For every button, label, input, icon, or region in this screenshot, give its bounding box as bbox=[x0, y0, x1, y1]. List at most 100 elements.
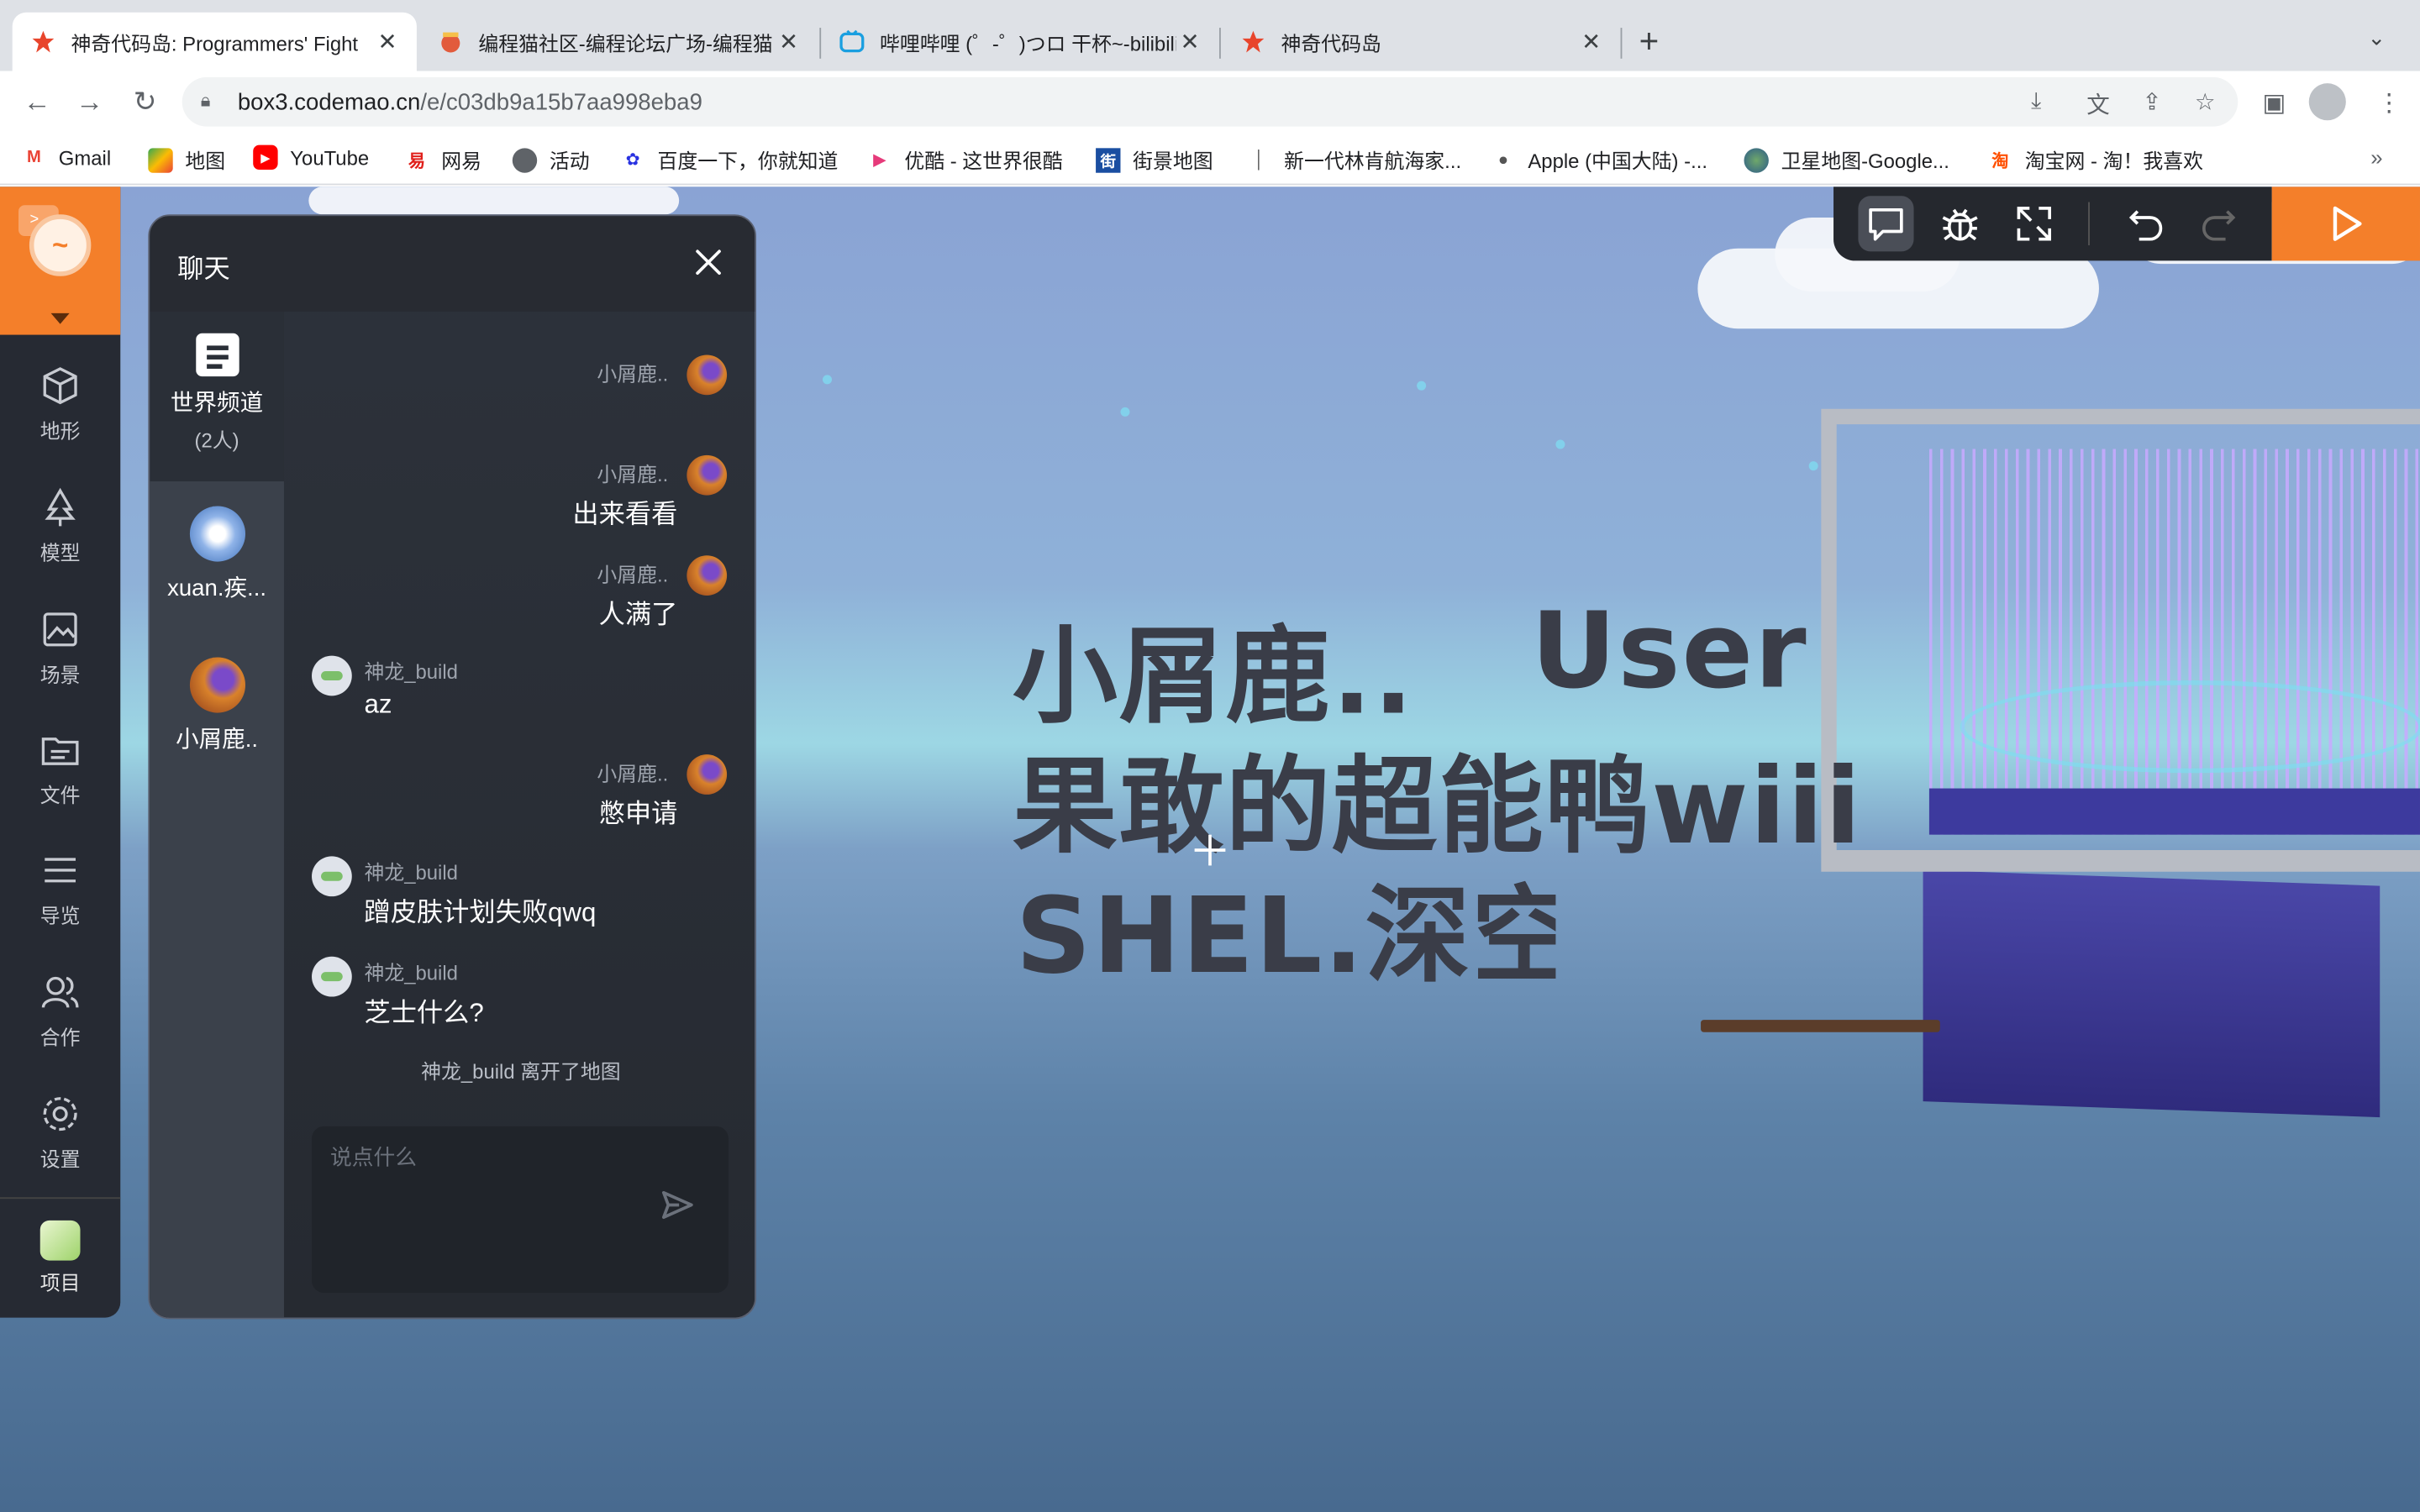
close-icon[interactable]: ✕ bbox=[373, 28, 401, 55]
profile-avatar[interactable] bbox=[2308, 83, 2346, 121]
install-icon[interactable]: ⤓ bbox=[2031, 88, 2041, 114]
sidebar-item-terrain[interactable]: 地形 bbox=[0, 354, 120, 462]
chat-toggle-button[interactable] bbox=[1858, 196, 1914, 252]
bookmark-youtube[interactable]: ▶ YouTube bbox=[253, 144, 369, 171]
fullscreen-button[interactable] bbox=[2007, 196, 2062, 251]
gmail-icon: M bbox=[26, 148, 41, 167]
new-tab-button[interactable]: + bbox=[1639, 22, 1660, 62]
translate-icon[interactable]: 文 bbox=[2086, 88, 2110, 121]
sidebar-item-collab[interactable]: 合作 bbox=[0, 959, 120, 1068]
channel-world[interactable]: 世界频道 (2人) bbox=[150, 333, 284, 481]
avatar[interactable] bbox=[687, 454, 728, 496]
particle bbox=[1120, 407, 1130, 417]
avatar[interactable] bbox=[312, 956, 352, 997]
bug-icon bbox=[1942, 208, 1978, 241]
earth-icon bbox=[1744, 147, 1769, 172]
close-icon[interactable]: ✕ bbox=[1176, 28, 1204, 55]
back-button[interactable]: ← bbox=[15, 81, 58, 123]
channel-xiaoxielu[interactable]: 小屑鹿.. bbox=[150, 657, 284, 765]
netease-icon: 易 bbox=[408, 151, 426, 171]
channel-xuan[interactable]: xuan.疾... bbox=[150, 481, 284, 1318]
project-label: 项目 bbox=[39, 1271, 81, 1295]
close-icon[interactable]: ✕ bbox=[1577, 28, 1605, 55]
debug-button[interactable] bbox=[1933, 196, 1988, 251]
document-icon bbox=[195, 333, 239, 377]
undo-button[interactable] bbox=[2118, 196, 2173, 251]
avatar bbox=[188, 506, 245, 562]
bookmark-lincoln[interactable]: │ 新一代林肯航海家... bbox=[1247, 145, 1461, 175]
tab-2[interactable]: 编程猫社区-编程论坛广场-编程猫 ✕ bbox=[420, 13, 818, 71]
redo-button[interactable] bbox=[2191, 196, 2247, 251]
sidebar-item-files[interactable]: 文件 bbox=[0, 717, 120, 826]
message-text: 憋申请 bbox=[598, 799, 678, 829]
list-item: 小屑鹿.. 出来看看 bbox=[284, 454, 755, 548]
project-icon bbox=[39, 1220, 81, 1261]
bookmark-baidu[interactable]: ✿ 百度一下，你就知道 bbox=[620, 145, 839, 175]
tab-strip: 神奇代码岛: Programmers' Fight ✕ 编程猫社区-编程论坛广场… bbox=[0, 0, 2420, 71]
particle bbox=[1417, 381, 1427, 391]
sidebar-item-label: 地形 bbox=[39, 419, 81, 444]
sidebar-item-label: 导览 bbox=[39, 904, 81, 927]
star-icon[interactable]: ☆ bbox=[2195, 88, 2216, 116]
bookmarks-overflow-button[interactable]: » bbox=[2370, 145, 2382, 170]
chevron-down-icon[interactable]: ⌄ bbox=[2368, 24, 2386, 50]
game-viewport[interactable]: 小屑鹿.. User 果敢的超能鸭wiiiY SHEL.深空.无 >_ ~ 地形… bbox=[0, 186, 2420, 1512]
chat-header: 聊天 bbox=[150, 216, 755, 312]
forward-button[interactable]: → bbox=[68, 81, 111, 123]
cube-icon bbox=[43, 367, 77, 405]
chat-input[interactable] bbox=[330, 1135, 639, 1179]
avatar bbox=[188, 657, 245, 713]
message-text: az bbox=[364, 690, 392, 719]
avatar[interactable] bbox=[687, 354, 728, 396]
channel-name: xuan.疾... bbox=[167, 575, 267, 602]
send-icon[interactable] bbox=[660, 1188, 694, 1221]
avatar[interactable] bbox=[687, 754, 728, 795]
list-item: 小屑鹿.. 人满了 bbox=[284, 555, 755, 648]
bookmark-maps[interactable]: 地图 bbox=[148, 145, 225, 175]
address-bar[interactable]: 🔒︎ box3.codemao.cn/e/c03db9a15b7aa998eba… bbox=[182, 76, 2238, 127]
bookmark-youku[interactable]: ▶ 优酷 - 这世界很酷 bbox=[867, 145, 1063, 175]
streetview-icon: 街 bbox=[1096, 147, 1121, 172]
browser-toolbar: ← → ↻ 🔒︎ box3.codemao.cn/e/c03db9a15b7aa… bbox=[0, 71, 2420, 133]
bookmark-netease[interactable]: 易网易 bbox=[404, 145, 481, 175]
bookmark-earth[interactable]: 卫星地图-Google... bbox=[1744, 145, 1949, 175]
bookmark-apple[interactable]: ● Apple (中国大陆) -... bbox=[1491, 145, 1707, 175]
lock-icon: 🔒︎ bbox=[200, 89, 211, 112]
reload-button[interactable]: ↻ bbox=[124, 81, 166, 123]
logo-area[interactable]: >_ ~ bbox=[0, 186, 121, 335]
sidebar-item-label: 模型 bbox=[39, 541, 81, 565]
project-button[interactable]: 项目 bbox=[0, 1197, 121, 1317]
close-icon[interactable]: ✕ bbox=[775, 28, 802, 55]
building-base bbox=[1923, 869, 2381, 1118]
message-text: 芝士什么? bbox=[364, 998, 484, 1028]
close-icon[interactable] bbox=[690, 244, 727, 281]
sidebar-item-model[interactable]: 模型 bbox=[0, 475, 120, 584]
avatar[interactable] bbox=[687, 555, 728, 596]
bookmark-streetview[interactable]: 街街景地图 bbox=[1096, 145, 1213, 175]
avatar[interactable] bbox=[312, 655, 352, 696]
world-text-user: User bbox=[1531, 591, 1808, 713]
bilibili-icon bbox=[839, 29, 865, 54]
sidebar-item-navigator[interactable]: 导览 bbox=[0, 837, 120, 946]
bookmark-gmail[interactable]: M Gmail bbox=[22, 145, 111, 170]
play-button[interactable] bbox=[2271, 186, 2420, 261]
sidebar-item-label: 合作 bbox=[39, 1026, 81, 1049]
tab-3[interactable]: 哔哩哔哩 (゜-゜)つロ 干杯~-bilibili ✕ bbox=[821, 13, 1219, 71]
share-icon[interactable]: ⇪ bbox=[2142, 88, 2161, 116]
bookmark-activity[interactable]: 活动 bbox=[512, 145, 590, 175]
tab-4[interactable]: 神奇代码岛 ✕ bbox=[1223, 13, 1621, 71]
sidebar-item-settings[interactable]: 设置 bbox=[0, 1082, 120, 1190]
avatar[interactable] bbox=[312, 856, 352, 897]
menu-icon[interactable]: ⋮ bbox=[2377, 88, 2402, 119]
particle bbox=[1808, 461, 1818, 471]
tab-separator bbox=[819, 28, 822, 59]
sidebar-item-scene[interactable]: 场景 bbox=[0, 597, 120, 706]
apple-icon: ● bbox=[1497, 150, 1509, 170]
tab-1[interactable]: 神奇代码岛: Programmers' Fight ✕ bbox=[12, 12, 417, 71]
side-panel-icon[interactable]: ▣ bbox=[2263, 88, 2286, 119]
channel-name: 世界频道 bbox=[170, 390, 264, 417]
bookmark-taobao[interactable]: 淘淘宝网 - 淘！我喜欢 bbox=[1988, 145, 2203, 175]
building-floor bbox=[1928, 788, 2420, 835]
list-item: 神龙_build 芝士什么? bbox=[284, 956, 755, 1049]
particle bbox=[1555, 439, 1565, 449]
